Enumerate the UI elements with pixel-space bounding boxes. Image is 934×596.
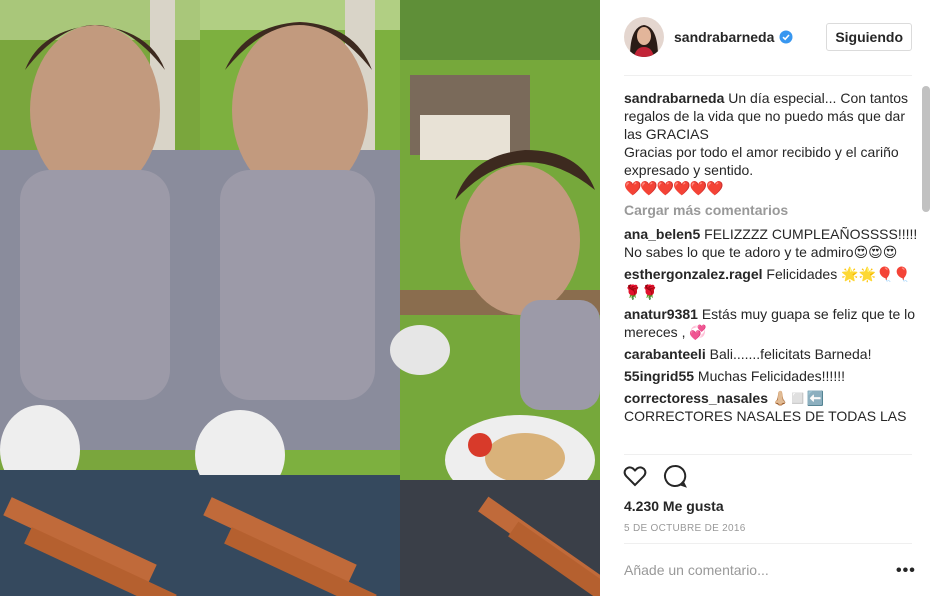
comment-username[interactable]: 55ingrid55 bbox=[624, 368, 694, 384]
list-item: esthergonzalez.ragel Felicidades 🌟🌟🎈🎈🌹🌹 bbox=[624, 265, 924, 301]
comment-username[interactable]: anatur9381 bbox=[624, 306, 698, 322]
post-photo-image bbox=[0, 0, 600, 596]
header-divider bbox=[624, 75, 912, 76]
comments-list: sandrabarneda Un día especial... Con tan… bbox=[624, 89, 924, 455]
caption-username[interactable]: sandrabarneda bbox=[624, 90, 724, 106]
heart-icon[interactable] bbox=[622, 463, 648, 491]
comment-username[interactable]: ana_belen5 bbox=[624, 226, 700, 242]
list-item: anatur9381 Estás muy guapa se feliz que … bbox=[624, 305, 924, 341]
comment-username[interactable]: esthergonzalez.ragel bbox=[624, 266, 763, 282]
post-actions bbox=[622, 463, 688, 491]
add-comment-input[interactable]: Añade un comentario... bbox=[624, 562, 769, 578]
list-item: 55ingrid55 Muchas Felicidades!!!!!! bbox=[624, 367, 924, 385]
likes-count[interactable]: 4.230 Me gusta bbox=[624, 498, 724, 514]
load-more-comments-link[interactable]: Cargar más comentarios bbox=[624, 201, 924, 219]
post-caption: sandrabarneda Un día especial... Con tan… bbox=[624, 89, 924, 197]
comment-icon[interactable] bbox=[662, 463, 688, 491]
comment-username[interactable]: correctoress_nasales bbox=[624, 390, 768, 406]
actions-divider bbox=[624, 454, 912, 455]
caption-hearts: ❤️❤️❤️❤️❤️❤️ bbox=[624, 180, 724, 196]
avatar[interactable] bbox=[624, 17, 664, 57]
list-item: ana_belen5 FELIZZZZ CUMPLEAÑOSSSS!!!!! N… bbox=[624, 225, 924, 261]
comment-text: Bali.......felicitats Barneda! bbox=[709, 346, 872, 362]
comment-text: Muchas Felicidades!!!!!! bbox=[697, 368, 845, 384]
post-photo[interactable] bbox=[0, 0, 600, 596]
avatar-image bbox=[624, 17, 664, 57]
verified-badge-icon bbox=[779, 30, 793, 44]
following-button[interactable]: Siguiendo bbox=[826, 23, 912, 51]
username-row: sandrabarneda bbox=[674, 29, 793, 45]
list-item: correctoress_nasales 👃🏼◻️⬅️ CORRECTORES … bbox=[624, 389, 924, 425]
list-item: carabanteeli Bali.......felicitats Barne… bbox=[624, 345, 924, 363]
more-options-icon[interactable]: ••• bbox=[896, 562, 916, 580]
comments-scrollbar[interactable] bbox=[922, 86, 930, 212]
username-link[interactable]: sandrabarneda bbox=[674, 29, 774, 45]
comment-input-divider bbox=[624, 543, 912, 544]
post-date[interactable]: 5 DE OCTUBRE DE 2016 bbox=[624, 523, 746, 534]
comment-username[interactable]: carabanteeli bbox=[624, 346, 706, 362]
post-header: sandrabarneda Siguiendo bbox=[624, 16, 912, 58]
